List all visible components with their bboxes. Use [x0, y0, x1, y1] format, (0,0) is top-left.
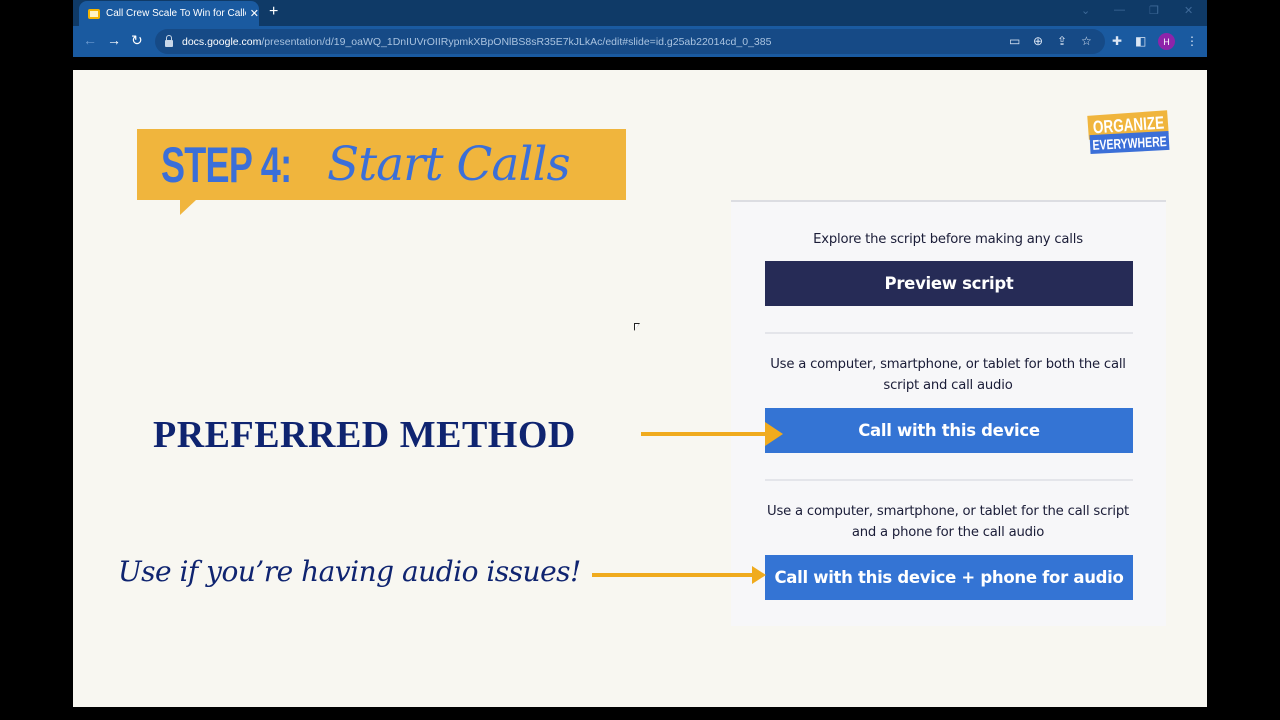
reload-button[interactable]: ↻ [131, 32, 143, 49]
lock-icon[interactable] [165, 34, 173, 47]
minimize-button[interactable]: — [1114, 4, 1125, 16]
divider [765, 332, 1133, 334]
restore-button[interactable]: ❐ [1149, 4, 1159, 17]
side-panel-icon[interactable]: ◧ [1135, 34, 1146, 48]
share-icon[interactable]: ⇪ [1057, 34, 1067, 48]
url-path: /presentation/d/19_oaWQ_1DnIUVrOIIRypmkX… [261, 35, 772, 48]
google-slides-icon [88, 8, 100, 19]
call-options-panel: Explore the script before making any cal… [731, 200, 1166, 626]
address-bar[interactable]: docs.google.com/presentation/d/19_oaWQ_1… [155, 29, 1105, 54]
url-host: docs.google.com [182, 35, 262, 48]
preview-script-button[interactable]: Preview script [765, 261, 1133, 306]
tab-title: Call Crew Scale To Win for Callers [105, 8, 246, 19]
arrow-right-icon [641, 422, 783, 446]
step-title: Start Calls [327, 137, 571, 192]
close-tab-icon[interactable]: ✕ [250, 7, 259, 20]
new-tab-button[interactable]: + [269, 3, 278, 21]
logo-bottom: EVERYWHERE [1089, 130, 1170, 155]
zoom-icon[interactable]: ⊕ [1033, 34, 1043, 48]
organize-everywhere-logo: ORGANIZE EVERYWHERE [1087, 107, 1170, 159]
browser-window: Call Crew Scale To Win for Callers ✕ + ⌄… [73, 0, 1207, 708]
profile-avatar[interactable]: H [1158, 33, 1175, 50]
step-number: STEP 4: [161, 136, 292, 193]
call-with-device-phone-button[interactable]: Call with this device + phone for audio [765, 555, 1133, 600]
bookmark-star-icon[interactable]: ☆ [1081, 34, 1092, 48]
preview-description: Explore the script before making any cal… [813, 232, 1083, 247]
step-banner: STEP 4: Start Calls [137, 129, 626, 200]
audio-issues-label: Use if you’re having audio issues! [118, 555, 581, 588]
browser-toolbar: ← → ↻ docs.google.com/presentation/d/19_… [73, 26, 1207, 57]
extensions-icon[interactable]: ✚ [1112, 34, 1122, 48]
back-button[interactable]: ← [83, 32, 97, 48]
tab-strip: Call Crew Scale To Win for Callers ✕ + ⌄… [73, 0, 1207, 26]
device-description: Use a computer, smartphone, or tablet fo… [770, 357, 1126, 393]
cast-icon[interactable]: ▭ [1009, 34, 1020, 48]
call-with-device-button[interactable]: Call with this device [765, 408, 1133, 453]
url-text[interactable]: docs.google.com/presentation/d/19_oaWQ_1… [182, 36, 771, 48]
divider [765, 479, 1133, 481]
tab-search-icon[interactable]: ⌄ [1081, 4, 1090, 17]
phone-audio-description: Use a computer, smartphone, or tablet fo… [767, 504, 1129, 540]
browser-tab[interactable]: Call Crew Scale To Win for Callers ✕ [79, 1, 259, 26]
logo-line2: EVERYWHERE [1091, 132, 1168, 153]
mouse-cursor-icon [634, 323, 640, 331]
banner-tail [180, 200, 196, 215]
preferred-method-label: PREFERRED METHOD [153, 414, 576, 456]
forward-button[interactable]: → [107, 32, 121, 48]
slide-canvas: STEP 4: Start Calls ORGANIZE EVERYWHERE … [73, 70, 1207, 707]
menu-icon[interactable]: ⋮ [1186, 34, 1198, 48]
arrow-right-icon [592, 566, 766, 584]
close-window-button[interactable]: ✕ [1184, 4, 1193, 17]
